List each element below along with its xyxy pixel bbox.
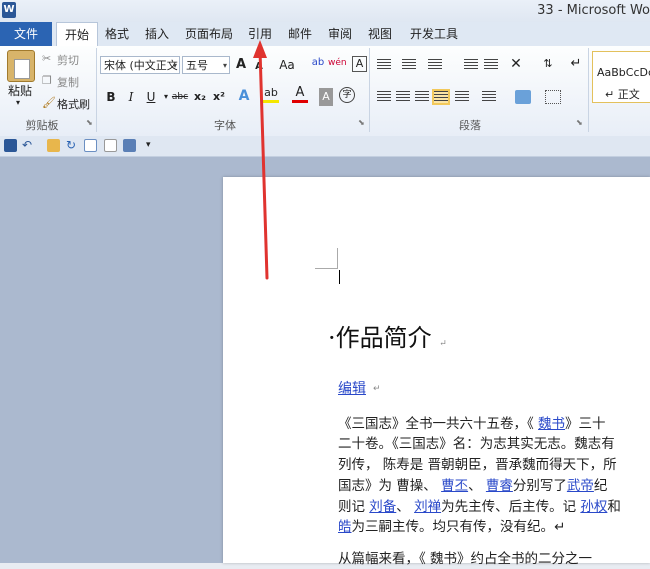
arrow-shaft	[258, 48, 269, 280]
red-arrow-annotation	[253, 40, 269, 280]
arrow-head	[253, 40, 267, 58]
